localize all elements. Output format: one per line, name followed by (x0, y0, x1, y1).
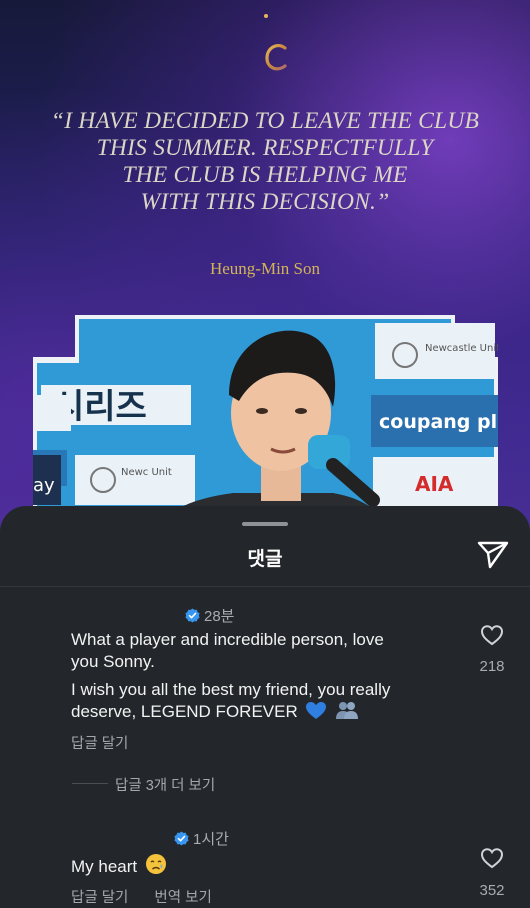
quote-line-2: THIS SUMMER. RESPECTFULLY (96, 135, 434, 161)
backdrop-coupang-text: coupang play (379, 411, 498, 433)
comment-1-line-3: I wish you all the best my friend, you r… (71, 680, 391, 699)
quote-line-4: WITH THIS DECISION.” (140, 189, 390, 215)
comment-1-text: What a player and incredible person, lov… (71, 629, 461, 723)
quote-line-3: THE CLUB IS HELPING ME (122, 162, 408, 188)
comment-2-time: 1시간 (193, 831, 229, 848)
view-more-replies-button[interactable]: 답글 3개 더 보기 (115, 774, 215, 795)
comment-2-line-1: My heart (71, 857, 138, 876)
backdrop-ay-text: ay (33, 475, 55, 496)
quote-line-1: “I HAVE DECIDED TO LEAVE THE CLUB (50, 108, 480, 134)
comment-2-like-count: 352 (479, 882, 505, 899)
verified-badge-icon (185, 608, 200, 623)
comment-2-reply-button[interactable]: 답글 달기 (71, 890, 128, 906)
comment-1-line-1: What a player and incredible person, lov… (71, 630, 384, 649)
comment-1-time: 28분 (204, 608, 235, 625)
backdrop-newcastle-short: Newc Unit (121, 467, 172, 478)
verified-badge-icon (174, 831, 189, 846)
backdrop-newcastle-text: Newcastle United (425, 343, 498, 354)
sheet-drag-handle[interactable] (242, 522, 288, 526)
comment-1-like-heart-icon[interactable] (480, 624, 504, 646)
comment-2-translate-button[interactable]: 번역 보기 (154, 890, 211, 906)
comment-1-meta: 28분 (185, 605, 235, 626)
backdrop-play-text: play (33, 399, 71, 420)
comment-1-actions: 답글 달기 (71, 732, 150, 753)
comment-1-line-2: you Sonny. (71, 652, 155, 671)
post-image: “I HAVE DECIDED TO LEAVE THE CLUB THIS S… (0, 0, 530, 560)
backdrop-aia-text: AIA (415, 472, 454, 496)
comment-2-meta: 1시간 (174, 828, 229, 849)
comment-2-like-heart-icon[interactable] (480, 847, 504, 869)
crying-face-emoji-icon (145, 854, 166, 874)
comment-2-actions: 답글 달기 번역 보기 (71, 886, 234, 907)
sheet-divider (0, 586, 530, 587)
comment-1-like-count: 218 (479, 658, 505, 675)
comment-1-reply-button[interactable]: 답글 달기 (71, 736, 128, 752)
blue-heart-emoji-icon (306, 702, 327, 719)
comments-title: 댓글 (247, 549, 283, 570)
quote-author: Heung-Min Son (209, 259, 321, 278)
comment-1-line-4: deserve, LEGEND FOREVER (71, 702, 298, 721)
people-silhouette-emoji-icon (336, 702, 359, 719)
send-icon[interactable] (476, 540, 510, 570)
quote-text: “I HAVE DECIDED TO LEAVE THE CLUB THIS S… (10, 108, 520, 216)
club-crest-logo (241, 14, 291, 72)
more-replies-line (72, 783, 108, 784)
comments-sheet: 댓글 28분 What a player and incredible pers… (0, 506, 530, 908)
comment-2-text: My heart (71, 853, 451, 878)
